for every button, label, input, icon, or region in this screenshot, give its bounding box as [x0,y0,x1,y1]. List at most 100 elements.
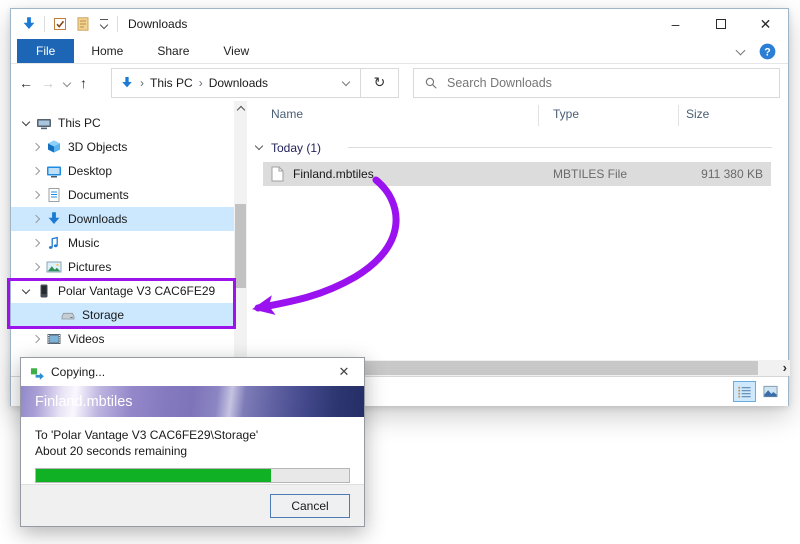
column-header-type[interactable]: Type [553,107,579,121]
expand-ribbon-chevron-icon[interactable] [735,45,747,57]
file-name: Finland.mbtiles [293,167,374,181]
chevron-right-icon[interactable] [29,164,44,178]
refresh-icon: ↻ [374,74,386,91]
sidebar-item-videos[interactable]: Videos [11,327,234,351]
separator [44,16,45,32]
tab-share[interactable]: Share [140,39,206,63]
copy-icon [30,365,45,380]
separator [117,16,118,32]
videos-icon [46,331,62,347]
column-header-size[interactable]: Size [686,107,709,121]
dialog-time-remaining-text: About 20 seconds remaining [35,443,350,459]
maximize-button[interactable] [698,9,743,39]
large-icons-view-button[interactable] [759,381,782,402]
sidebar-item-label: Music [68,236,99,250]
group-header-today[interactable]: Today (1) [253,139,321,157]
minimize-button[interactable]: – [653,9,698,39]
ribbon-tab-bar: File Home Share View ? [11,39,788,64]
sidebar-item-label: Documents [68,188,129,202]
details-view-icon [737,384,753,400]
scroll-right-icon[interactable]: › [783,360,787,376]
file-row-finland-mbtiles[interactable]: Finland.mbtiles MBTILES File 911 380 KB [263,162,771,186]
chevron-right-icon[interactable] [29,212,44,226]
sidebar-item-this-pc[interactable]: This PC [11,111,234,135]
chevron-down-icon[interactable] [19,116,34,130]
window-title: Downloads [128,17,187,31]
up-button[interactable]: ↑ [80,75,87,91]
close-icon: ✕ [760,16,772,33]
downloads-folder-icon [21,16,37,32]
sidebar-item-documents[interactable]: Documents [11,183,234,207]
chevron-right-icon[interactable] [29,332,44,346]
documents-icon [46,187,62,203]
breadcrumb-separator: › [199,76,203,90]
group-label: Today (1) [271,141,321,155]
downloads-icon [46,211,62,227]
horizontal-scrollbar-thumb[interactable] [342,361,758,375]
file-list-pane: Name Type Size Today (1) Finland.mbtiles… [247,101,790,359]
search-icon [424,76,438,90]
group-collapse-chevron-icon[interactable] [253,142,267,154]
group-header-line [348,147,772,148]
column-header-name[interactable]: Name [271,107,303,121]
dialog-banner: Finland.mbtiles [21,386,364,417]
nav-buttons: ← → ↑ [19,75,111,91]
chevron-right-icon[interactable] [29,188,44,202]
desktop-icon [46,163,62,179]
forward-button[interactable]: → [41,75,55,91]
progress-bar-fill [36,469,271,482]
address-dropdown-chevron-icon[interactable] [340,77,352,89]
tab-file[interactable]: File [17,39,74,63]
tab-home[interactable]: Home [74,39,140,63]
search-input[interactable]: Search Downloads [413,68,780,98]
dialog-destination-text: To 'Polar Vantage V3 CAC6FE29\Storage' [35,427,350,443]
pictures-icon [46,259,62,275]
sidebar-item-music[interactable]: Music [11,231,234,255]
column-separator[interactable] [538,105,539,126]
recent-locations-chevron-icon[interactable] [63,78,72,88]
refresh-button[interactable]: ↻ [361,68,399,98]
breadcrumb-this-pc[interactable]: This PC [150,76,193,90]
breadcrumb-separator: › [140,76,144,90]
window-controls: – ✕ [653,9,788,39]
scroll-up-icon[interactable] [234,103,247,115]
dialog-body: To 'Polar Vantage V3 CAC6FE29\Storage' A… [21,417,364,483]
svg-text:?: ? [764,46,770,58]
screenshot-stage: Downloads – ✕ File Home Share View ? ← → [0,0,800,544]
dialog-file-name: Finland.mbtiles [35,394,133,410]
address-row: ← → ↑ › This PC › Downloads ↻ Search Dow… [11,64,788,101]
close-button[interactable]: ✕ [743,9,788,39]
chevron-right-icon[interactable] [29,236,44,250]
copying-dialog: Copying... ✕ Finland.mbtiles To 'Polar V… [20,357,365,527]
sidebar-item-pictures[interactable]: Pictures [11,255,234,279]
view-switcher [733,381,782,402]
new-folder-icon[interactable] [75,16,91,32]
chevron-right-icon[interactable] [29,260,44,274]
explorer-window: Downloads – ✕ File Home Share View ? ← → [10,8,789,406]
chevron-right-icon[interactable] [29,140,44,154]
sidebar-item-desktop[interactable]: Desktop [11,159,234,183]
close-icon: ✕ [339,364,350,380]
sidebar-item-label: 3D Objects [68,140,127,154]
details-view-button[interactable] [733,381,756,402]
sidebar-scrollbar-thumb[interactable] [235,204,246,288]
file-icon [271,166,284,182]
tab-view[interactable]: View [206,39,266,63]
breadcrumb-downloads[interactable]: Downloads [209,76,268,90]
column-separator[interactable] [678,105,679,126]
sidebar-item-3d-objects[interactable]: 3D Objects [11,135,234,159]
sidebar-item-label: Downloads [68,212,127,226]
back-button[interactable]: ← [19,75,33,91]
customize-toolbar-chevron-icon[interactable] [98,18,110,30]
maximize-icon [713,16,729,32]
dialog-close-button[interactable]: ✕ [324,358,364,386]
sidebar-item-downloads[interactable]: Downloads [11,207,234,231]
sidebar-item-label: Pictures [68,260,111,274]
properties-check-icon[interactable] [52,16,68,32]
file-type: MBTILES File [553,167,627,181]
help-icon[interactable]: ? [759,43,776,60]
quick-access-toolbar [21,16,118,32]
breadcrumb[interactable]: › This PC › Downloads [111,68,361,98]
large-icons-view-icon [763,384,779,400]
cancel-button[interactable]: Cancel [270,494,350,518]
